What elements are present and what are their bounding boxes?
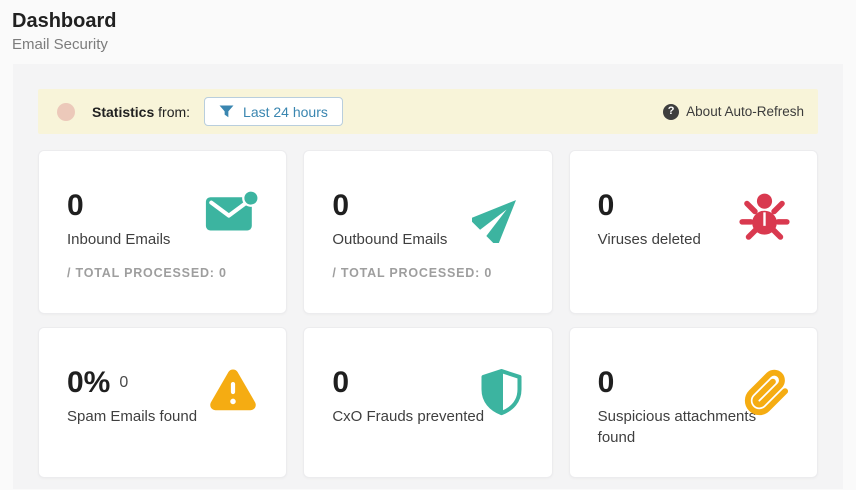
- viruses-deleted-value: 0: [598, 191, 615, 221]
- page-header: Dashboard Email Security: [0, 0, 856, 53]
- spam-percent-value: 0%: [67, 368, 110, 398]
- paperclip-icon: [744, 367, 790, 419]
- dashboard-panel: Statistics from: Last 24 hours ? About A…: [13, 64, 843, 489]
- status-indicator-dot: [57, 103, 75, 121]
- stat-cards-grid: 0 Inbound Emails / TOTAL PROCESSED: 0 0 …: [38, 150, 818, 478]
- stat-card-suspicious-attachments: 0 Suspicious attachments found: [569, 327, 818, 478]
- stat-card-spam-emails: 0% 0 Spam Emails found: [38, 327, 287, 478]
- outbound-emails-value: 0: [332, 191, 349, 221]
- stat-card-inbound-emails: 0 Inbound Emails / TOTAL PROCESSED: 0: [38, 150, 287, 314]
- suspicious-attachments-value: 0: [598, 368, 615, 398]
- cxo-frauds-label: CxO Frauds prevented: [332, 406, 500, 427]
- warning-triangle-icon: [207, 367, 259, 414]
- about-auto-refresh-label: About Auto-Refresh: [686, 104, 804, 119]
- bug-icon: [739, 190, 790, 241]
- spam-count-value: 0: [119, 374, 128, 392]
- time-range-filter-button[interactable]: Last 24 hours: [204, 97, 343, 126]
- page-subtitle: Email Security: [12, 36, 844, 53]
- outbound-total-processed: / TOTAL PROCESSED: 0: [332, 266, 525, 280]
- statistics-bar: Statistics from: Last 24 hours ? About A…: [38, 89, 818, 134]
- suspicious-attachments-label: Suspicious attachments found: [598, 406, 766, 448]
- shield-icon: [478, 367, 525, 417]
- cxo-frauds-value: 0: [332, 368, 349, 398]
- statistics-label-rest: from:: [154, 104, 190, 120]
- paper-plane-icon: [472, 190, 525, 243]
- stat-card-outbound-emails: 0 Outbound Emails / TOTAL PROCESSED: 0: [303, 150, 552, 314]
- about-auto-refresh-link[interactable]: ? About Auto-Refresh: [663, 104, 804, 120]
- statistics-label: Statistics from:: [92, 104, 190, 120]
- stat-card-viruses-deleted: 0 Viruses deleted: [569, 150, 818, 314]
- envelope-icon: [205, 190, 259, 235]
- time-range-label: Last 24 hours: [243, 104, 328, 120]
- inbound-emails-value: 0: [67, 191, 84, 221]
- page-title: Dashboard: [12, 9, 844, 33]
- stat-card-cxo-frauds: 0 CxO Frauds prevented: [303, 327, 552, 478]
- statistics-label-bold: Statistics: [92, 104, 154, 120]
- inbound-total-processed: / TOTAL PROCESSED: 0: [67, 266, 260, 280]
- filter-funnel-icon: [219, 105, 234, 118]
- question-circle-icon: ?: [663, 104, 679, 120]
